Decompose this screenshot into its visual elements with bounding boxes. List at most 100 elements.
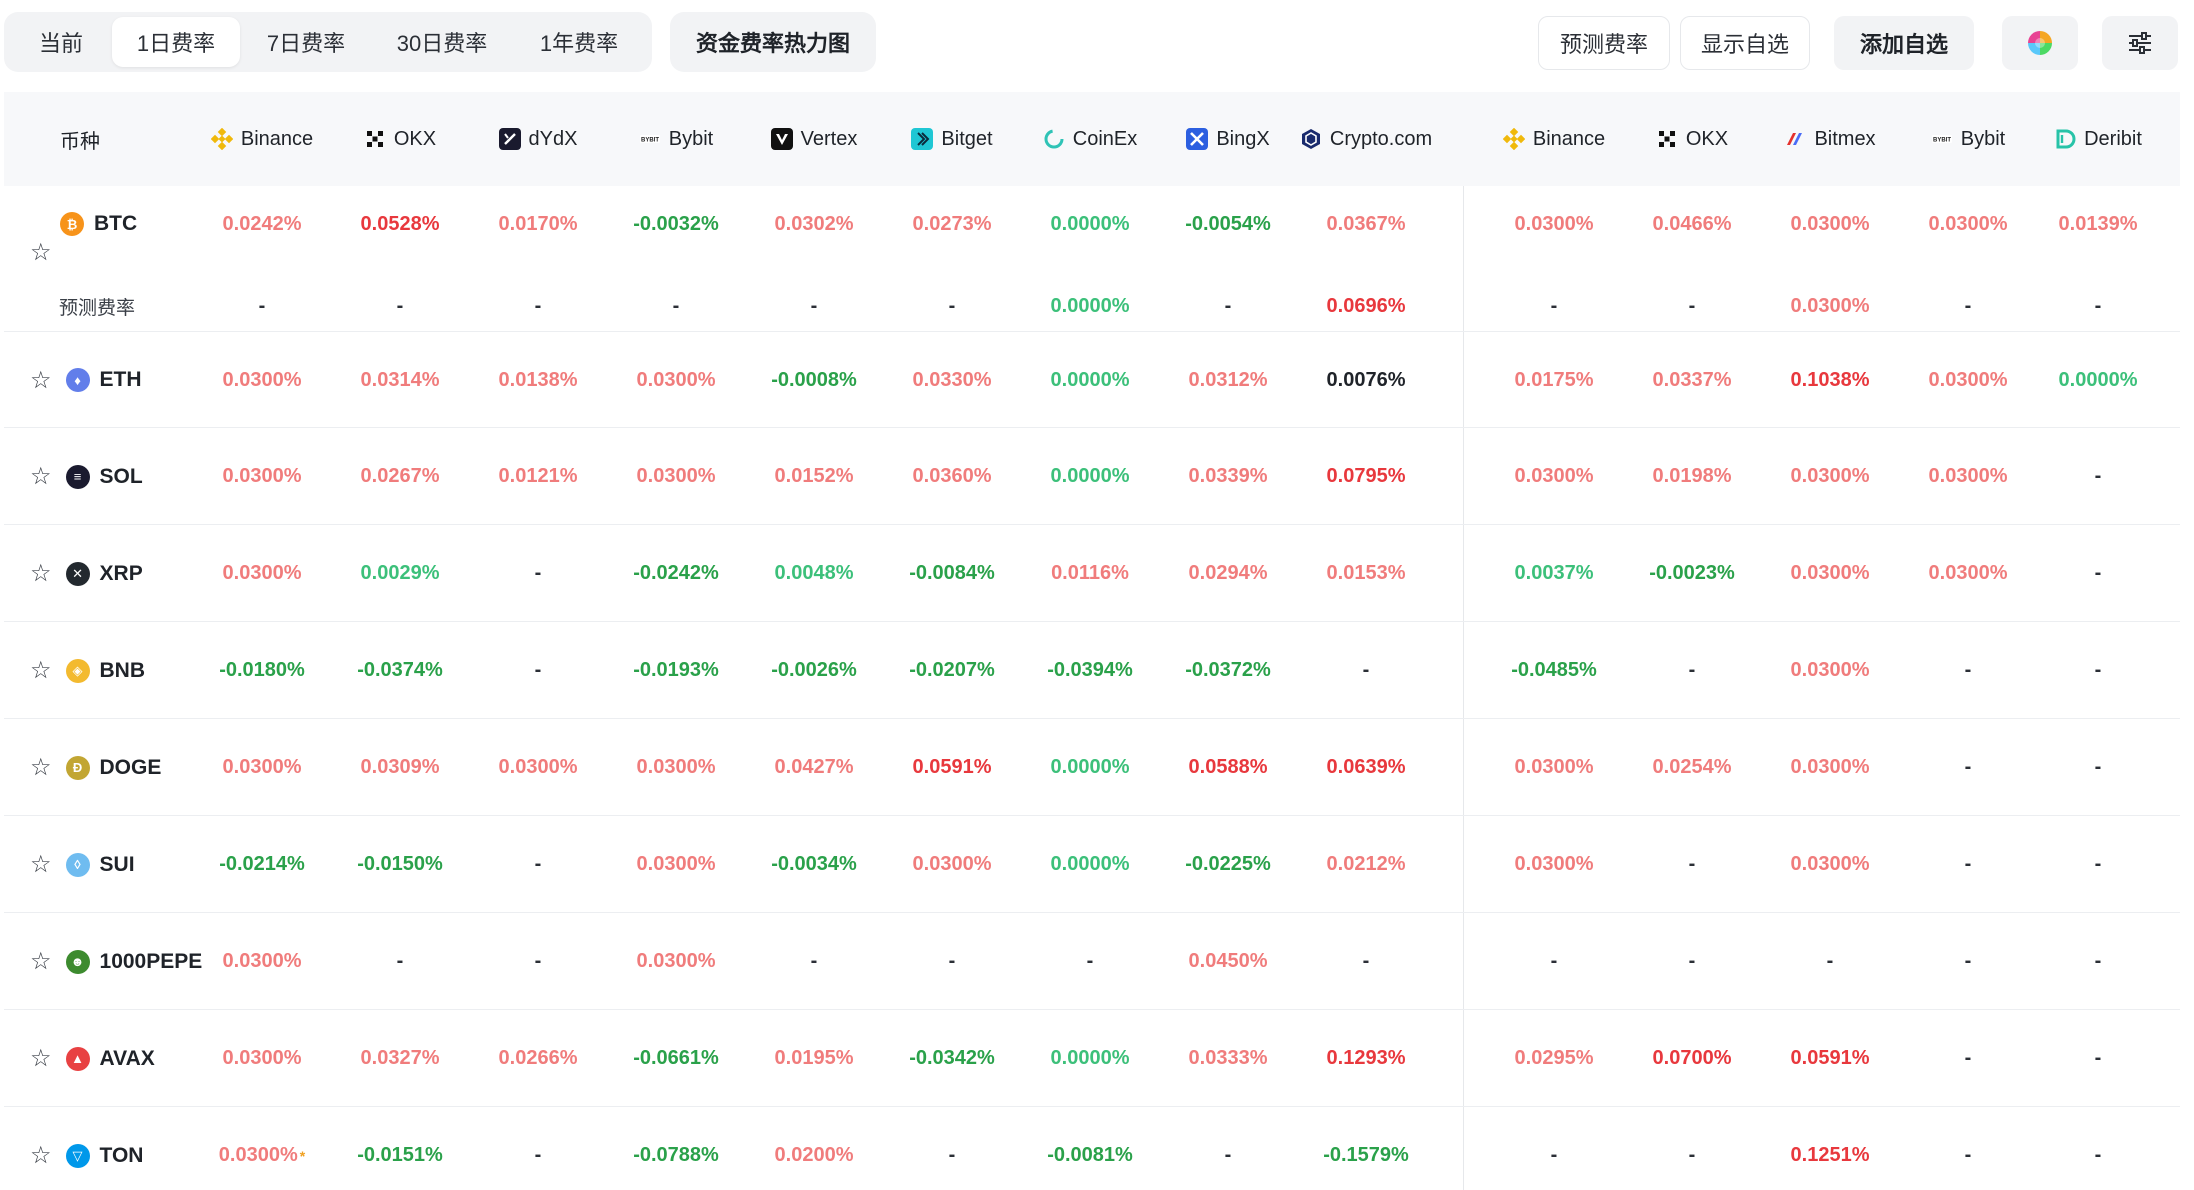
rate-cell[interactable]: 0.0152%	[745, 457, 883, 497]
column-header-bybit-spot[interactable]: BYBIT Bybit	[1899, 92, 2037, 186]
rate-cell[interactable]: -0.0225%	[1159, 845, 1297, 885]
column-header-okx-spot[interactable]: OKX	[1623, 92, 1761, 186]
rate-cell[interactable]: 0.0170%	[469, 204, 607, 244]
rate-cell[interactable]: 0.0300%	[607, 457, 745, 497]
rate-cell[interactable]: -0.0151%	[331, 1136, 469, 1176]
rate-cell[interactable]: 0.0300%	[1761, 554, 1899, 594]
rate-cell[interactable]: -0.0032%	[607, 204, 745, 244]
rate-cell[interactable]: 0.0000%	[2029, 360, 2167, 400]
tab-1y[interactable]: 1年费率	[512, 17, 646, 67]
rate-cell[interactable]: 0.0700%	[1623, 1039, 1761, 1079]
rate-cell[interactable]: -0.0054%	[1159, 204, 1297, 244]
rate-cell[interactable]: 0.0273%	[883, 204, 1021, 244]
rate-cell[interactable]: 0.0139%	[2029, 204, 2167, 244]
column-header-bingx[interactable]: BingX	[1159, 92, 1297, 186]
rate-cell[interactable]: -0.0242%	[607, 554, 745, 594]
coin-symbol[interactable]: TON	[100, 1144, 144, 1168]
star-icon[interactable]: ☆	[30, 753, 52, 782]
rate-cell[interactable]: -0.0372%	[1159, 651, 1297, 691]
rate-cell[interactable]: 0.0000%	[1021, 748, 1159, 788]
rate-cell[interactable]: 0.0314%	[331, 360, 469, 400]
rate-cell[interactable]: 0.0200%	[745, 1136, 883, 1176]
rate-cell[interactable]: 0.0000%	[1021, 845, 1159, 885]
star-icon[interactable]: ☆	[30, 947, 52, 976]
rate-cell[interactable]: 0.0300%	[1485, 845, 1623, 885]
rate-cell[interactable]: -0.0342%	[883, 1039, 1021, 1079]
star-icon[interactable]: ☆	[30, 850, 52, 879]
rate-cell[interactable]: 0.1251%	[1761, 1136, 1899, 1176]
rate-cell[interactable]: -0.0374%	[331, 651, 469, 691]
rate-cell[interactable]: 0.0300%	[1899, 457, 2037, 497]
rate-cell[interactable]: 0.0300%	[607, 845, 745, 885]
rate-cell[interactable]: 0.0339%	[1159, 457, 1297, 497]
rate-cell[interactable]: 0.0000%	[1021, 1039, 1159, 1079]
column-header-binance-spot[interactable]: Binance	[1485, 92, 1623, 186]
rate-cell[interactable]: 0.0116%	[1021, 554, 1159, 594]
rate-cell[interactable]: -0.0207%	[883, 651, 1021, 691]
rate-cell[interactable]: -0.0026%	[745, 651, 883, 691]
coin-symbol[interactable]: AVAX	[100, 1047, 155, 1071]
heatmap-button[interactable]: 资金费率热力图	[670, 12, 876, 72]
star-icon[interactable]: ☆	[30, 462, 52, 491]
table-row[interactable]: ☆ ▽ TON 0.0300% * -0.0151% - -0.0788% 0.0200% - -0…	[4, 1107, 2180, 1190]
rate-cell[interactable]: 0.0300%	[1485, 457, 1623, 497]
rate-cell[interactable]: 0.0312%	[1159, 360, 1297, 400]
column-header-coinex[interactable]: CoinEx	[1021, 92, 1159, 186]
coin-symbol[interactable]: 1000PEPE	[100, 950, 203, 974]
table-row[interactable]: ☆ ♦ ETH 0.0300% 0.0314% 0.0138% 0.0300% -0.0008…	[4, 332, 2180, 428]
rate-cell[interactable]: -0.0008%	[745, 360, 883, 400]
column-header-okx[interactable]: OKX	[331, 92, 469, 186]
rate-cell[interactable]: -0.0081%	[1021, 1136, 1159, 1176]
show-favorites-button[interactable]: 显示自选	[1680, 16, 1810, 70]
column-header-vertex[interactable]: Vertex	[745, 92, 883, 186]
rate-cell[interactable]: 0.0309%	[331, 748, 469, 788]
rate-cell[interactable]: 0.0639%	[1297, 748, 1435, 788]
rate-cell[interactable]: 0.0450%	[1159, 942, 1297, 982]
rate-cell[interactable]: -0.0084%	[883, 554, 1021, 594]
star-icon[interactable]: ☆	[30, 238, 52, 267]
rate-cell[interactable]: 0.0300% *	[193, 1136, 331, 1176]
rate-cell[interactable]: 0.0300%	[193, 748, 331, 788]
table-row[interactable]: ☆ ▲ AVAX 0.0300% 0.0327% 0.0266% -0.0661% 0.019…	[4, 1010, 2180, 1107]
rate-cell[interactable]: 0.0367%	[1297, 204, 1435, 244]
table-row[interactable]: ☆ Ð DOGE 0.0300% 0.0309% 0.0300% 0.0300% 0.0427…	[4, 719, 2180, 816]
rate-cell[interactable]: 0.0267%	[331, 457, 469, 497]
rate-cell[interactable]: 0.0300%	[1761, 204, 1899, 244]
coin-symbol[interactable]: DOGE	[100, 756, 162, 780]
rate-cell[interactable]: 0.0242%	[193, 204, 331, 244]
rate-cell[interactable]: 0.0300%	[1899, 360, 2037, 400]
rate-cell[interactable]: 0.0294%	[1159, 554, 1297, 594]
rate-cell[interactable]: -0.1579%	[1297, 1136, 1435, 1176]
rate-cell[interactable]: 0.0528%	[331, 204, 469, 244]
rate-cell[interactable]: 0.0295%	[1485, 1039, 1623, 1079]
rate-cell[interactable]: -0.0193%	[607, 651, 745, 691]
coin-symbol[interactable]: SOL	[100, 465, 143, 489]
color-theme-button[interactable]	[2002, 16, 2078, 70]
column-header-dydx[interactable]: dYdX	[469, 92, 607, 186]
rate-cell[interactable]: 0.0195%	[745, 1039, 883, 1079]
rate-cell[interactable]: 0.0198%	[1623, 457, 1761, 497]
coin-symbol[interactable]: XRP	[100, 562, 143, 586]
rate-cell[interactable]: -0.0661%	[607, 1039, 745, 1079]
rate-cell[interactable]: 0.0175%	[1485, 360, 1623, 400]
rate-cell[interactable]: 0.0588%	[1159, 748, 1297, 788]
rate-cell[interactable]: 0.0337%	[1623, 360, 1761, 400]
rate-cell[interactable]: 0.0300%	[607, 942, 745, 982]
rate-cell[interactable]: 0.0591%	[883, 748, 1021, 788]
tab-30d[interactable]: 30日费率	[372, 17, 512, 67]
table-row[interactable]: ☆ ◊ SUI -0.0214% -0.0150% -0.0300% -0.0034% 0.0…	[4, 816, 2180, 913]
rate-cell[interactable]: 0.0212%	[1297, 845, 1435, 885]
rate-cell[interactable]: 0.0266%	[469, 1039, 607, 1079]
coin-symbol[interactable]: BTC	[94, 212, 137, 236]
predict-rate-button[interactable]: 预测费率	[1538, 16, 1670, 70]
rate-cell[interactable]: 0.0153%	[1297, 554, 1435, 594]
column-header-coin[interactable]: 币种	[4, 92, 204, 186]
rate-cell[interactable]: 0.0300%	[193, 1039, 331, 1079]
predicted-rate-cell[interactable]: 0.0300%	[1761, 286, 1899, 326]
table-row[interactable]: ☆ ✕ XRP 0.0300% 0.0029% - -0.0242% 0.0048% -0.00…	[4, 525, 2180, 622]
rate-cell[interactable]: 0.1293%	[1297, 1039, 1435, 1079]
tab-7d[interactable]: 7日费率	[240, 17, 372, 67]
rate-cell[interactable]: 0.0300%	[1761, 651, 1899, 691]
column-header-bitmex-spot[interactable]: Bitmex	[1761, 92, 1899, 186]
rate-cell[interactable]: 0.0000%	[1021, 360, 1159, 400]
